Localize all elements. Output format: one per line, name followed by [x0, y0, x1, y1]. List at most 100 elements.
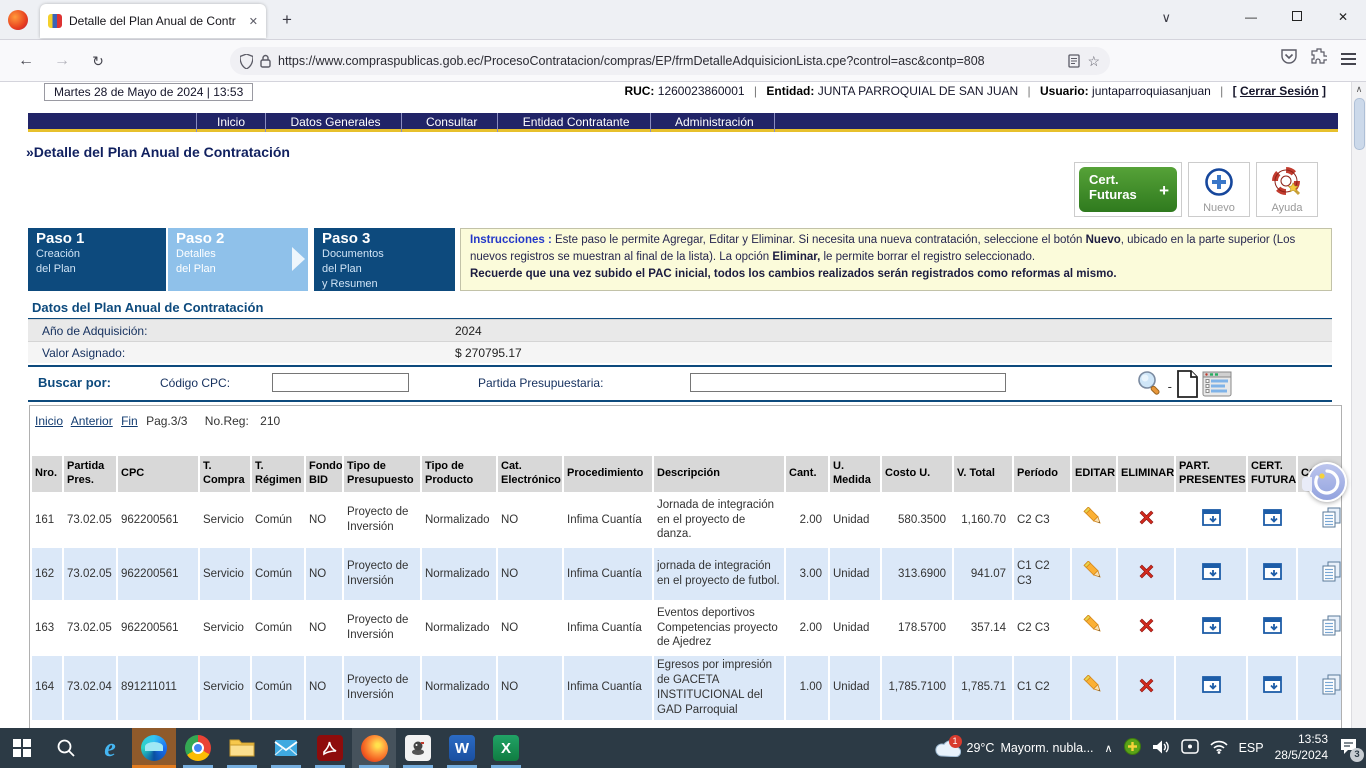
- mail-icon[interactable]: [264, 728, 308, 768]
- url-bar[interactable]: https://www.compraspublicas.gob.ec/Proce…: [230, 47, 1110, 75]
- firefox-icon[interactable]: [352, 728, 396, 768]
- language-indicator[interactable]: ESP: [1239, 741, 1264, 755]
- window-close-button[interactable]: ✕: [1320, 0, 1366, 34]
- weather-widget[interactable]: 1 29°C Mayorm. nubla...: [935, 739, 1094, 757]
- table-row: 16373.02.05962200561ServicioComúnNOProye…: [32, 602, 1342, 654]
- bookmark-star-icon[interactable]: ☆: [1087, 53, 1100, 70]
- cell-nro: 164: [32, 656, 62, 720]
- cell-costo_u: 1,785.7100: [882, 656, 952, 720]
- part-presentes-icon[interactable]: [1201, 675, 1222, 700]
- consolidar-icon[interactable]: [1320, 673, 1342, 702]
- wifi-icon[interactable]: [1210, 740, 1228, 757]
- divider: [28, 400, 1332, 402]
- cert-futura-icon[interactable]: [1262, 508, 1283, 533]
- pagination-inicio-link[interactable]: Inicio: [35, 414, 63, 428]
- lock-icon[interactable]: [260, 54, 271, 68]
- edit-icon[interactable]: [1083, 675, 1105, 701]
- antivirus-icon[interactable]: [1124, 738, 1141, 758]
- extensions-puzzle-icon[interactable]: [1311, 48, 1327, 69]
- cpc-input[interactable]: [272, 373, 409, 392]
- tab-close-icon[interactable]: ✕: [249, 15, 258, 28]
- reader-view-icon[interactable]: [1068, 54, 1080, 68]
- column-header: T. Compra: [200, 456, 250, 492]
- column-header: Procedimiento: [564, 456, 652, 492]
- cell-edit: [1072, 494, 1116, 546]
- consolidar-icon[interactable]: [1320, 506, 1342, 535]
- part-presentes-icon[interactable]: [1201, 508, 1222, 533]
- back-button[interactable]: ←: [12, 48, 40, 74]
- window-maximize-button[interactable]: [1274, 0, 1320, 34]
- menu-item-datos-generales[interactable]: Datos Generales: [270, 113, 401, 132]
- paso-2-tab-active[interactable]: Paso 2 Detalles del Plan: [168, 228, 308, 291]
- chrome-icon[interactable]: [176, 728, 220, 768]
- reload-button[interactable]: ↻: [84, 48, 112, 74]
- ayuda-button[interactable]: Ayuda: [1256, 162, 1318, 217]
- taskbar-search-button[interactable]: [44, 728, 88, 768]
- search-magnifier-icon[interactable]: [1135, 369, 1165, 404]
- delete-icon[interactable]: [1137, 616, 1156, 640]
- delete-icon[interactable]: [1137, 676, 1156, 700]
- partida-input[interactable]: [690, 373, 1006, 392]
- acrobat-icon[interactable]: [308, 728, 352, 768]
- notification-center-icon[interactable]: 3: [1339, 738, 1358, 758]
- edit-icon[interactable]: [1083, 507, 1105, 533]
- tab-list-chevron-icon[interactable]: ∨: [1161, 10, 1171, 26]
- consolidar-icon[interactable]: [1320, 614, 1342, 643]
- cert-futura-icon[interactable]: [1262, 562, 1283, 587]
- cert-futura-icon[interactable]: [1262, 616, 1283, 641]
- java-app-icon[interactable]: [396, 728, 440, 768]
- page-scrollbar[interactable]: ∧: [1351, 82, 1366, 728]
- edge-icon[interactable]: [132, 728, 176, 768]
- nuevo-button[interactable]: Nuevo: [1188, 162, 1250, 217]
- new-tab-button[interactable]: +: [282, 10, 292, 30]
- menu-item-administracion[interactable]: Administración: [655, 113, 775, 132]
- pagination-anterior-link[interactable]: Anterior: [71, 414, 113, 428]
- clock[interactable]: 13:53 28/5/2024: [1275, 732, 1328, 763]
- tray-expand-chevron-icon[interactable]: ∧: [1105, 742, 1113, 755]
- cell-costo_u: 580.3500: [882, 494, 952, 546]
- instructions-box: Instrucciones : Este paso le permite Agr…: [460, 228, 1332, 291]
- cell-t_regimen: Común: [252, 656, 304, 720]
- edit-icon[interactable]: [1083, 561, 1105, 587]
- forward-button[interactable]: →: [48, 48, 76, 74]
- cell-delete: [1118, 548, 1174, 600]
- delete-icon[interactable]: [1137, 508, 1156, 532]
- list-view-icon[interactable]: [1202, 371, 1232, 402]
- logout-link[interactable]: [ Cerrar Sesión ]: [1233, 84, 1326, 98]
- browser-tab[interactable]: Detalle del Plan Anual de Contr ✕: [40, 4, 266, 38]
- shield-icon[interactable]: [240, 54, 253, 69]
- menu-item-entidad-contratante[interactable]: Entidad Contratante: [503, 113, 651, 132]
- scroll-up-arrow[interactable]: ∧: [1352, 82, 1366, 96]
- volume-icon[interactable]: [1152, 739, 1170, 758]
- noreg-label: No.Reg:: [205, 414, 249, 428]
- cell-edit: [1072, 656, 1116, 720]
- word-icon[interactable]: W: [440, 728, 484, 768]
- part-presentes-icon[interactable]: [1201, 562, 1222, 587]
- accessibility-widget-button[interactable]: [1307, 462, 1347, 502]
- cell-cant: 2.00: [786, 602, 828, 654]
- paso-3-tab[interactable]: Paso 3 Documentos del Plan y Resumen: [314, 228, 455, 291]
- file-explorer-icon[interactable]: [220, 728, 264, 768]
- menu-item-consultar[interactable]: Consultar: [406, 113, 498, 132]
- menu-hamburger-icon[interactable]: [1341, 53, 1356, 55]
- paso-1-tab[interactable]: Paso 1 Creación del Plan: [28, 228, 166, 291]
- cert-futura-icon[interactable]: [1262, 675, 1283, 700]
- window-minimize-button[interactable]: —: [1228, 0, 1274, 34]
- excel-icon[interactable]: X: [484, 728, 528, 768]
- pagination-fin-link[interactable]: Fin: [121, 414, 138, 428]
- edit-icon[interactable]: [1083, 615, 1105, 641]
- cell-t_compra: Servicio: [200, 548, 250, 600]
- delete-icon[interactable]: [1137, 562, 1156, 586]
- meet-now-icon[interactable]: [1181, 739, 1199, 757]
- column-header: Nro.: [32, 456, 62, 492]
- document-icon[interactable]: [1175, 370, 1199, 403]
- consolidar-icon[interactable]: [1320, 560, 1342, 589]
- pocket-icon[interactable]: [1281, 49, 1297, 69]
- part-presentes-icon[interactable]: [1201, 616, 1222, 641]
- scrollbar-thumb[interactable]: [1354, 98, 1365, 150]
- internet-explorer-icon[interactable]: e: [88, 728, 132, 768]
- menu-item-inicio[interactable]: Inicio: [196, 113, 266, 132]
- cert-futuras-button[interactable]: Cert. Futuras +: [1079, 167, 1177, 212]
- start-button[interactable]: [0, 728, 44, 768]
- firefox-logo-icon[interactable]: [8, 10, 28, 30]
